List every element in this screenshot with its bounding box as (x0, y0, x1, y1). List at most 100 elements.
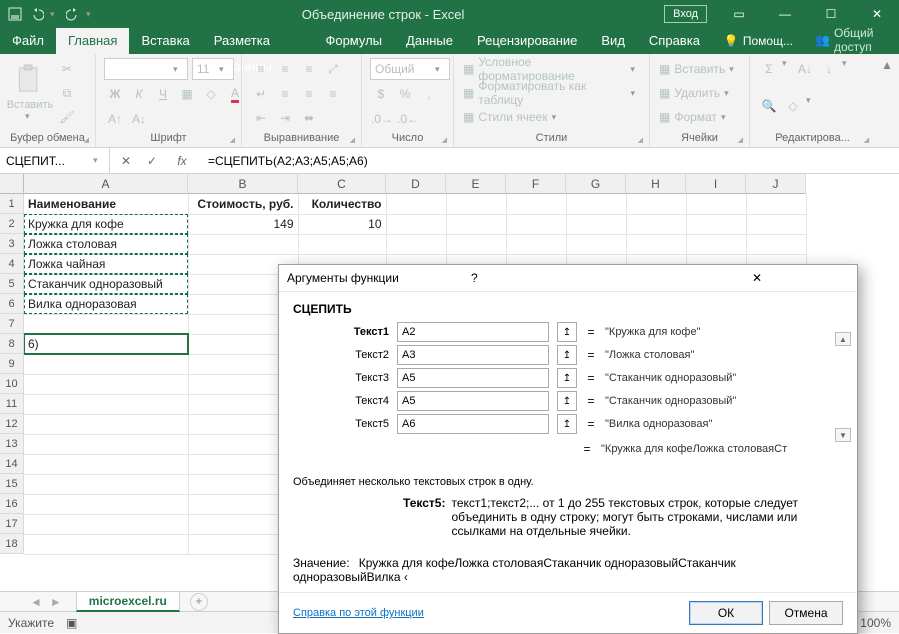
row-header[interactable]: 15 (0, 474, 24, 494)
row-header[interactable]: 7 (0, 314, 24, 334)
font-size-select[interactable]: 11▾ (192, 58, 234, 80)
cell[interactable] (24, 354, 188, 374)
cell[interactable] (686, 234, 746, 254)
cell[interactable] (24, 374, 188, 394)
arg-input[interactable] (397, 368, 549, 388)
cell[interactable] (24, 434, 188, 454)
cell[interactable] (746, 214, 806, 234)
cell[interactable] (386, 194, 446, 214)
row-header[interactable]: 14 (0, 454, 24, 474)
collapse-dialog-icon[interactable]: ↥ (557, 322, 577, 342)
decrease-font-icon[interactable]: A↓ (128, 108, 150, 130)
cancel-formula-icon[interactable]: ✕ (114, 150, 138, 172)
cell[interactable] (188, 234, 298, 254)
format-as-table-button[interactable]: ▦Форматировать как таблицу▾ (462, 82, 641, 104)
cell[interactable] (24, 414, 188, 434)
collapse-dialog-icon[interactable]: ↥ (557, 391, 577, 411)
dialog-close-icon[interactable]: ✕ (665, 271, 849, 285)
cancel-button[interactable]: Отмена (769, 601, 843, 625)
column-header[interactable]: G (566, 174, 626, 194)
collapse-ribbon-icon[interactable]: ▲ (875, 54, 899, 76)
ribbon-display-icon[interactable]: ▭ (717, 0, 761, 28)
merge-icon[interactable]: ⬌ (298, 107, 320, 129)
column-header[interactable]: A (24, 174, 188, 194)
cell[interactable] (626, 214, 686, 234)
tell-me[interactable]: 💡Помощ... (712, 28, 805, 54)
row-header[interactable]: 18 (0, 534, 24, 554)
sheet-nav-prev-icon[interactable]: ► (50, 595, 62, 609)
arg-input[interactable] (397, 322, 549, 342)
cell[interactable] (24, 534, 188, 554)
align-left-icon[interactable]: ≡ (274, 83, 296, 105)
cell[interactable] (566, 234, 626, 254)
underline-button[interactable]: Ч (152, 83, 174, 105)
row-header[interactable]: 17 (0, 514, 24, 534)
border-button[interactable]: ▦ (176, 83, 198, 105)
cell[interactable]: 10 (298, 214, 386, 234)
cell[interactable] (24, 514, 188, 534)
undo-icon[interactable] (28, 5, 46, 23)
select-all-corner[interactable] (0, 174, 24, 194)
fill-color-button[interactable]: ◇ (200, 83, 222, 105)
scroll-down-icon[interactable]: ▼ (835, 428, 851, 442)
cell[interactable] (446, 194, 506, 214)
tab-formulas[interactable]: Формулы (313, 28, 394, 54)
align-bottom-icon[interactable]: ≡ (298, 58, 320, 80)
zoom-level[interactable]: 100% (860, 616, 891, 630)
tab-data[interactable]: Данные (394, 28, 465, 54)
italic-button[interactable]: К (128, 83, 150, 105)
column-header[interactable]: B (188, 174, 298, 194)
cell[interactable] (386, 214, 446, 234)
row-header[interactable]: 5 (0, 274, 24, 294)
cell[interactable]: Вилка одноразовая (24, 294, 188, 314)
cell[interactable]: Кружка для кофе (24, 214, 188, 234)
sort-filter-icon[interactable]: A↓ (794, 58, 816, 80)
arg-input[interactable] (397, 345, 549, 365)
cell[interactable]: Стаканчик одноразовый (24, 274, 188, 294)
font-name-select[interactable]: ▾ (104, 58, 188, 80)
cell[interactable] (566, 194, 626, 214)
cell[interactable] (24, 494, 188, 514)
wrap-text-icon[interactable]: ↵ (250, 83, 272, 105)
macro-record-icon[interactable]: ▣ (66, 616, 77, 630)
redo-icon[interactable] (64, 5, 82, 23)
fx-icon[interactable]: fx (170, 150, 194, 172)
undo-dropdown-icon[interactable]: ▾ (50, 9, 60, 20)
paste-dropdown-icon[interactable]: ▾ (25, 111, 35, 122)
tab-file[interactable]: Файл (0, 28, 56, 54)
cell[interactable] (24, 474, 188, 494)
cell[interactable] (566, 214, 626, 234)
arg-input[interactable] (397, 414, 549, 434)
format-painter-icon[interactable]: 🖌 (56, 106, 78, 128)
collapse-dialog-icon[interactable]: ↥ (557, 368, 577, 388)
copy-icon[interactable]: ⧉ (56, 82, 78, 104)
cut-icon[interactable]: ✂ (56, 58, 78, 80)
row-header[interactable]: 13 (0, 434, 24, 454)
ok-button[interactable]: ОК (689, 601, 763, 625)
column-header[interactable]: I (686, 174, 746, 194)
tab-view[interactable]: Вид (589, 28, 637, 54)
cell[interactable] (24, 454, 188, 474)
login-button[interactable]: Вход (664, 5, 707, 23)
sheet-nav-first-icon[interactable]: ◄ (30, 595, 42, 609)
arg-input[interactable] (397, 391, 549, 411)
cell[interactable] (746, 234, 806, 254)
delete-cells-button[interactable]: ▦Удалить▾ (658, 82, 741, 104)
collapse-dialog-icon[interactable]: ↥ (557, 345, 577, 365)
cell[interactable]: 6) (24, 334, 188, 354)
column-header[interactable]: J (746, 174, 806, 194)
cell[interactable] (446, 214, 506, 234)
increase-indent-icon[interactable]: ⇥ (274, 107, 296, 129)
name-box[interactable]: СЦЕПИТ...▾ (0, 148, 110, 173)
currency-icon[interactable]: $ (370, 83, 392, 105)
tab-home[interactable]: Главная (56, 28, 129, 54)
tab-layout[interactable]: Разметка страницы (202, 28, 314, 54)
cell[interactable]: Количество (298, 194, 386, 214)
function-help-link[interactable]: Справка по этой функции (293, 607, 424, 619)
percent-icon[interactable]: % (394, 83, 416, 105)
formula-input[interactable]: =СЦЕПИТЬ(A2;A3;A5;A5;A6) (202, 154, 899, 168)
maximize-icon[interactable]: ☐ (809, 0, 853, 28)
cell[interactable]: Ложка столовая (24, 234, 188, 254)
row-header[interactable]: 12 (0, 414, 24, 434)
paste-button[interactable]: Вставить ▾ (8, 58, 52, 122)
